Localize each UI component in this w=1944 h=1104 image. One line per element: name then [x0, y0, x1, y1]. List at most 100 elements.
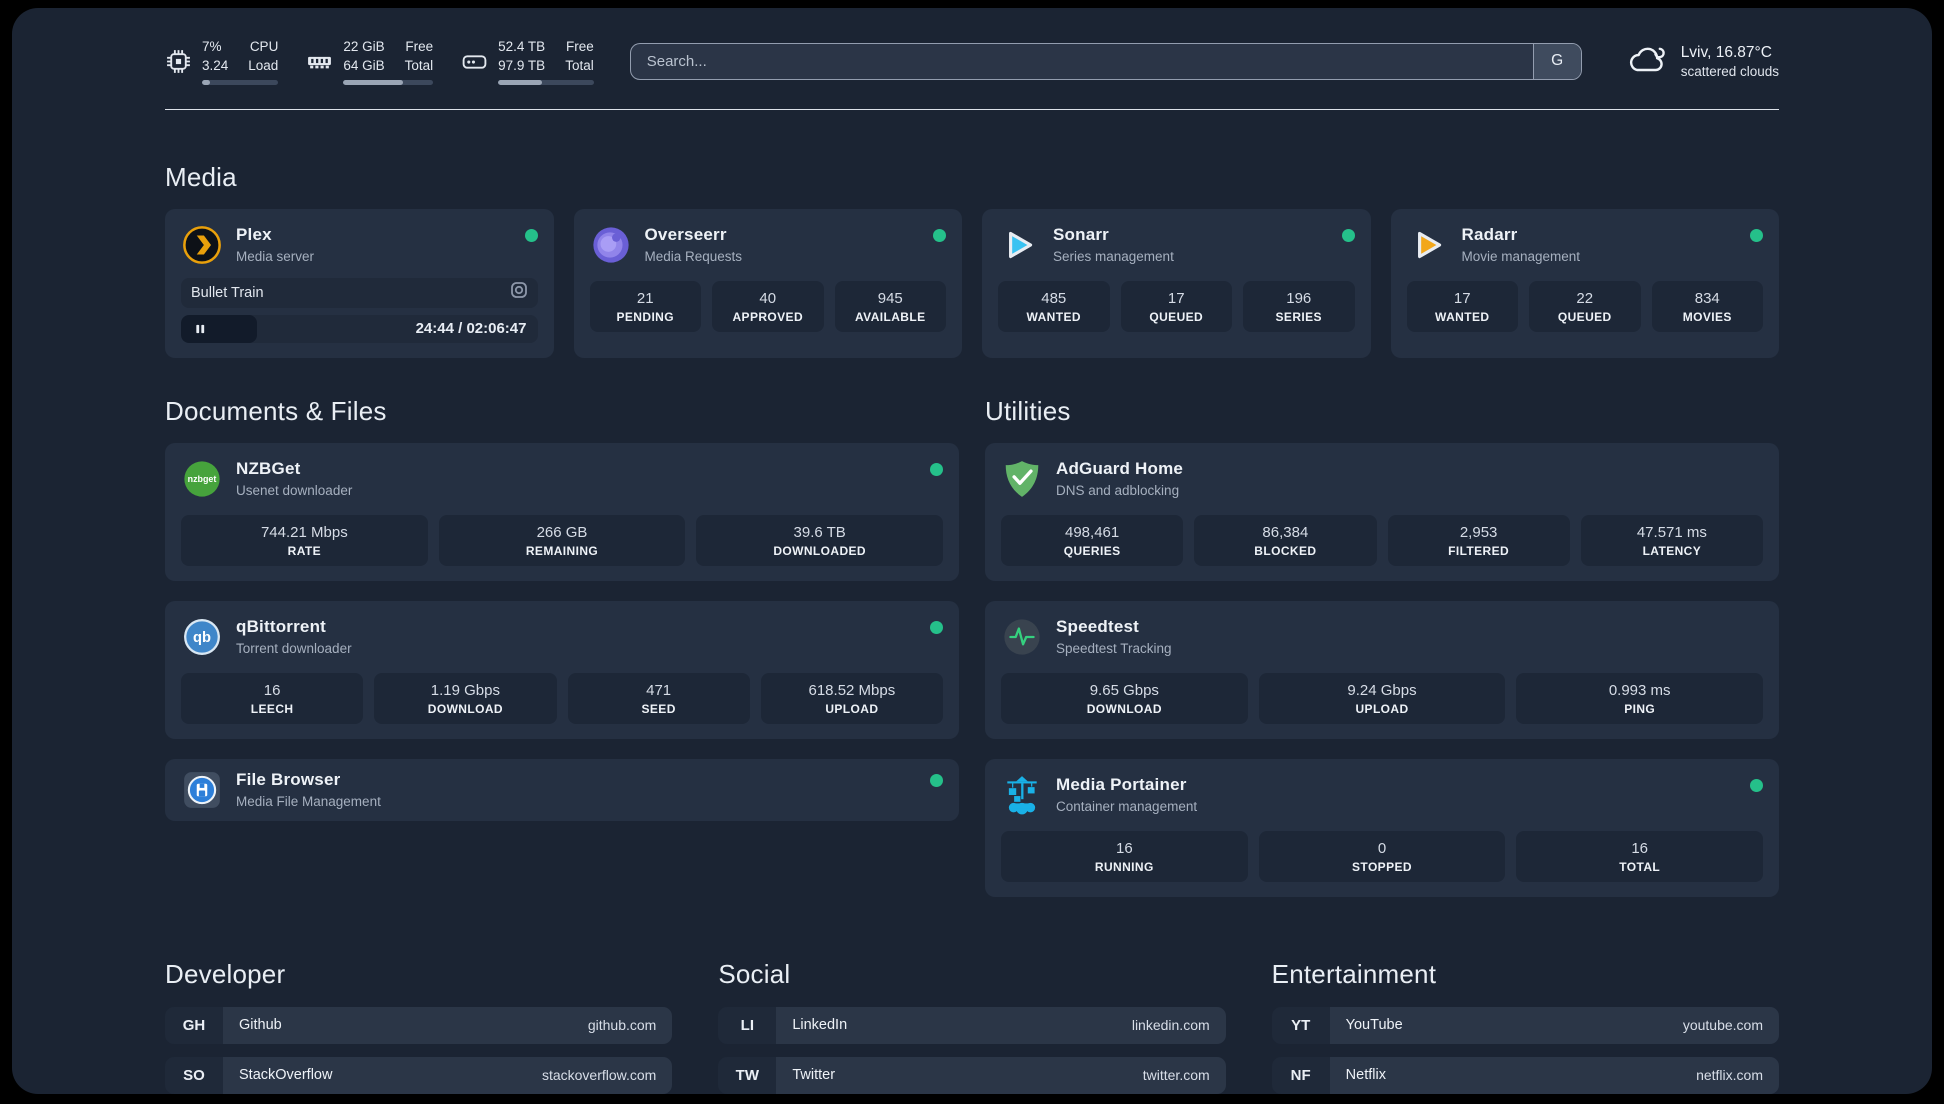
stat-downloaded: 39.6 TB DOWNLOADED [696, 514, 944, 566]
disk-icon [461, 48, 488, 75]
svg-text:nzbget: nzbget [188, 474, 217, 484]
app-desc: Torrent downloader [236, 640, 352, 656]
card-plex[interactable]: Plex Media server Bullet Train 24:44 / 0… [165, 208, 554, 358]
stat-filtered: 2,953 FILTERED [1387, 514, 1570, 566]
stat-download: 9.65 Gbps DOWNLOAD [1001, 672, 1248, 724]
bookmark-abbr: NF [1271, 1056, 1330, 1094]
status-dot [930, 462, 943, 476]
app-desc: Media server [236, 248, 315, 264]
pause-button[interactable] [181, 314, 257, 343]
memory-widget: 22 GiB 64 GiB Free Total [306, 38, 434, 85]
card-qbittorrent[interactable]: qb qBittorrent Torrent downloader 16 LEEC… [165, 600, 959, 739]
cpu-icon [165, 48, 192, 75]
bookmark-abbr: TW [718, 1056, 777, 1094]
stat-upload: 618.52 Mbps UPLOAD [760, 672, 943, 724]
app-name: Media Portainer [1056, 774, 1187, 794]
bookmark-name: StackOverflow [239, 1067, 333, 1084]
status-dot [933, 228, 946, 242]
search-bar: G [629, 42, 1582, 80]
documents-column: Documents & Files nzbget NZBGet Usenet d… [165, 396, 959, 821]
status-dot [524, 228, 538, 242]
memory-progress-bar [343, 80, 434, 85]
radarr-icon [1407, 224, 1449, 266]
stat-series: 196 SERIES [1243, 280, 1355, 332]
memory-label-2: Total [404, 57, 434, 73]
card-overseerr[interactable]: Overseerr Media Requests 21 PENDING 40 APP… [573, 208, 962, 358]
card-filebrowser[interactable]: File Browser Media File Management [165, 758, 959, 821]
stat-queries: 498,461 QUERIES [1001, 514, 1184, 566]
bookmark-twitter[interactable]: TW Twitter twitter.com [718, 1056, 1226, 1094]
search-input[interactable] [630, 43, 1533, 79]
status-dot [1341, 228, 1355, 242]
weather-condition: scattered clouds [1680, 63, 1779, 79]
cpu-progress-bar [202, 80, 279, 85]
memory-icon [306, 48, 333, 75]
app-name: File Browser [236, 769, 341, 789]
bookmark-url: github.com [587, 1017, 657, 1034]
app-desc: DNS and adblocking [1056, 482, 1180, 498]
memory-free: 22 GiB [343, 39, 385, 54]
stat-latency: 47.571 ms LATENCY [1580, 514, 1763, 566]
media-grid: Plex Media server Bullet Train 24:44 / 0… [165, 208, 1779, 358]
app-desc: Usenet downloader [236, 482, 353, 498]
sonarr-icon [998, 224, 1040, 266]
bookmark-name: Github [239, 1017, 282, 1034]
card-sonarr[interactable]: Sonarr Series management 485 WANTED 17 QUE… [982, 208, 1371, 358]
app-desc: Media Requests [644, 248, 743, 264]
card-adguard[interactable]: AdGuard Home DNS and adblocking 498,461 Q… [985, 442, 1779, 581]
dashboard: 7% 3.24 CPU Load 22 GiB 64 GiB Free Tota… [12, 8, 1932, 1094]
bookmark-abbr: GH [165, 1006, 223, 1044]
card-speedtest[interactable]: Speedtest Speedtest Tracking 9.65 Gbps DO… [985, 600, 1779, 739]
stat-blocked: 86,384 BLOCKED [1194, 514, 1377, 566]
stat-pending: 21 PENDING [589, 280, 701, 332]
stat-rate: 744.21 Mbps RATE [181, 514, 428, 566]
status-dot [1750, 778, 1763, 792]
bookmark-url: stackoverflow.com [541, 1067, 657, 1084]
weather-widget[interactable]: Lviv, 16.87°C scattered clouds [1626, 42, 1779, 81]
player-bar: 24:44 / 02:06:47 [181, 314, 538, 343]
bookmark-github[interactable]: GH Github github.com [165, 1006, 673, 1044]
bookmark-linkedin[interactable]: LI LinkedIn linkedin.com [718, 1006, 1226, 1044]
bookmark-stackoverflow[interactable]: SO StackOverflow stackoverflow.com [165, 1056, 673, 1094]
cpu-label-1: CPU [249, 39, 279, 54]
player-settings-icon[interactable] [510, 281, 528, 304]
bookmarks-entertainment: Entertainment YT YouTube youtube.com NF N… [1271, 958, 1779, 1094]
app-name: NZBGet [236, 458, 301, 478]
bookmark-netflix[interactable]: NF Netflix netflix.com [1271, 1056, 1779, 1094]
bookmarks-social: Social LI LinkedIn linkedin.com TW Twitte… [718, 958, 1226, 1094]
card-radarr[interactable]: Radarr Movie management 17 WANTED 22 QUEUE… [1390, 208, 1779, 358]
app-name: Overseerr [644, 224, 727, 244]
utilities-column: Utilities AdGuard Home DNS and adblockin… [985, 396, 1779, 897]
stat-running: 16 RUNNING [1001, 830, 1248, 882]
app-desc: Series management [1053, 248, 1174, 264]
filebrowser-icon [181, 769, 223, 811]
cpu-widget: 7% 3.24 CPU Load [165, 38, 279, 85]
section-title-documents: Documents & Files [165, 395, 387, 426]
app-name: Sonarr [1053, 224, 1109, 244]
cpu-label-2: Load [248, 57, 279, 73]
resource-widgets: 7% 3.24 CPU Load 22 GiB 64 GiB Free Tota… [165, 38, 594, 85]
memory-total: 64 GiB [343, 57, 385, 73]
stat-leech: 16 LEECH [181, 672, 364, 724]
header: 7% 3.24 CPU Load 22 GiB 64 GiB Free Tota… [165, 38, 1779, 85]
app-desc: Media File Management [236, 793, 381, 809]
header-divider [165, 108, 1779, 110]
card-nzbget[interactable]: nzbget NZBGet Usenet downloader 744.21 M… [165, 442, 959, 581]
bookmark-abbr: SO [165, 1056, 223, 1094]
bookmark-youtube[interactable]: YT YouTube youtube.com [1271, 1006, 1779, 1044]
bookmark-url: youtube.com [1682, 1017, 1763, 1034]
bookmark-name: Netflix [1345, 1067, 1386, 1084]
app-name: Radarr [1461, 224, 1518, 244]
weather-location-temp: Lviv, 16.87°C [1680, 43, 1772, 61]
stat-wanted: 17 WANTED [1406, 280, 1518, 332]
pause-icon [196, 324, 205, 333]
stat-remaining: 266 GB REMAINING [438, 514, 686, 566]
card-portainer[interactable]: Media Portainer Container management 16 R… [985, 758, 1779, 897]
cpu-load: 3.24 [202, 57, 229, 73]
stat-seed: 471 SEED [567, 672, 750, 724]
search-provider-button[interactable]: G [1532, 43, 1581, 79]
stat-approved: 40 APPROVED [712, 280, 824, 332]
stat-queued: 22 QUEUED [1529, 280, 1641, 332]
section-title-entertainment: Entertainment [1271, 958, 1437, 989]
section-title-social: Social [718, 958, 791, 989]
